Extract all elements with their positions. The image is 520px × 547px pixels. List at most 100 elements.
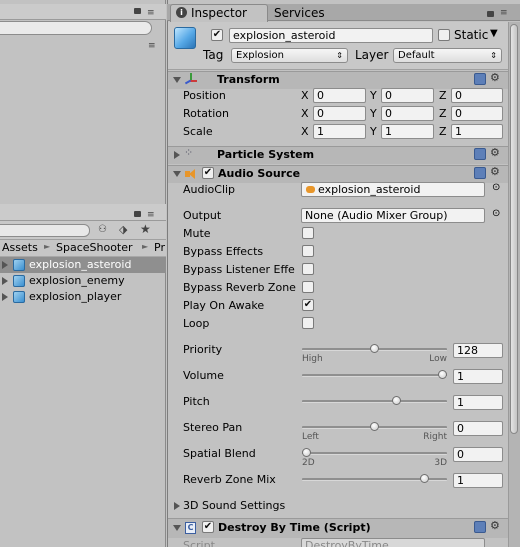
breadcrumb-item-prefabs[interactable]: Pr: [154, 241, 165, 254]
slider-thumb[interactable]: [370, 344, 379, 353]
filter-by-label-icon[interactable]: ⬗: [119, 223, 127, 236]
script-icon: C: [185, 522, 196, 534]
favorite-star-icon[interactable]: ★: [140, 222, 151, 236]
menu-icon[interactable]: ≡: [147, 9, 155, 18]
loop-checkbox[interactable]: [302, 317, 314, 329]
slider-value-field[interactable]: 1: [453, 369, 503, 384]
expand-arrow-icon[interactable]: [2, 261, 8, 269]
hierarchy-search-input[interactable]: [0, 21, 152, 35]
expand-arrow-icon[interactable]: [2, 293, 8, 301]
foldout-open-icon[interactable]: [173, 77, 181, 83]
scrollbar-thumb[interactable]: [510, 24, 518, 434]
scale-y-field[interactable]: 1: [381, 124, 434, 139]
axis-y-label[interactable]: Y: [370, 107, 377, 120]
audioclip-object-field[interactable]: explosion_asteroid: [301, 182, 485, 197]
object-name-input[interactable]: explosion_asteroid: [229, 28, 433, 43]
prefab-cube-icon: [13, 275, 25, 287]
rotation-y-field[interactable]: 0: [381, 106, 434, 121]
static-checkbox[interactable]: [438, 29, 450, 41]
filter-by-type-icon[interactable]: ⚇: [98, 224, 107, 235]
slider-value-field[interactable]: 0: [453, 421, 503, 436]
gear-icon[interactable]: ⚙: [490, 519, 500, 532]
slider-label: Stereo Pan: [183, 421, 243, 434]
axis-z-label[interactable]: Z: [439, 89, 447, 102]
object-active-checkbox[interactable]: ✔: [211, 29, 223, 41]
list-item[interactable]: explosion_player: [0, 289, 166, 305]
project-search-input[interactable]: [0, 224, 90, 237]
slider-thumb[interactable]: [438, 370, 447, 379]
object-picker-icon[interactable]: ⊙: [492, 208, 500, 219]
slider-thumb[interactable]: [370, 422, 379, 431]
scale-x-field[interactable]: 1: [313, 124, 366, 139]
axis-z-label[interactable]: Z: [439, 107, 447, 120]
slider-value-field[interactable]: 1: [453, 473, 503, 488]
help-icon[interactable]: [474, 73, 486, 85]
gear-icon[interactable]: ⚙: [490, 71, 500, 84]
axis-x-label[interactable]: X: [301, 125, 309, 138]
menu-icon[interactable]: ≡: [500, 8, 508, 18]
lock-icon[interactable]: [134, 8, 141, 14]
lock-icon[interactable]: [487, 11, 494, 17]
list-item[interactable]: explosion_enemy: [0, 273, 166, 289]
slider-track[interactable]: [302, 452, 447, 455]
scale-z-field[interactable]: 1: [451, 124, 503, 139]
panel-menu-icon[interactable]: ≡: [148, 41, 156, 51]
axis-x-label[interactable]: X: [301, 107, 309, 120]
gear-icon[interactable]: ⚙: [490, 165, 500, 178]
bypass-effects-checkbox[interactable]: [302, 245, 314, 257]
slider-value-field[interactable]: 128: [453, 343, 503, 358]
static-dropdown-arrow-icon[interactable]: ▼: [490, 28, 498, 39]
bypass-reverb-zones-checkbox[interactable]: [302, 281, 314, 293]
tag-dropdown-value: Explosion: [236, 50, 284, 61]
transform-axes-icon: [184, 73, 198, 87]
axis-y-label[interactable]: Y: [370, 125, 377, 138]
updown-arrow-icon: ⇕: [490, 51, 497, 60]
mute-checkbox[interactable]: [302, 227, 314, 239]
check-icon: ✔: [203, 167, 213, 178]
slider-max-caption: Low: [429, 354, 447, 364]
audio-source-enabled-checkbox[interactable]: ✔: [202, 167, 214, 179]
slider-thumb[interactable]: [302, 448, 311, 457]
lock-icon[interactable]: [134, 211, 141, 217]
foldout-open-icon[interactable]: [173, 171, 181, 177]
position-y-field[interactable]: 0: [381, 88, 434, 103]
tag-dropdown[interactable]: Explosion ⇕: [231, 48, 348, 63]
breadcrumb-item-assets[interactable]: Assets: [2, 241, 38, 254]
slider-value-field[interactable]: 1: [453, 395, 503, 410]
rotation-x-field[interactable]: 0: [313, 106, 366, 121]
output-object-field[interactable]: None (Audio Mixer Group): [301, 208, 485, 223]
slider-value-field[interactable]: 0: [453, 447, 503, 462]
foldout-closed-icon[interactable]: [174, 502, 180, 510]
rotation-z-field[interactable]: 0: [451, 106, 503, 121]
hierarchy-header: [0, 4, 166, 20]
tab-inspector[interactable]: i Inspector: [170, 4, 268, 22]
bypass-listener-effects-checkbox[interactable]: [302, 263, 314, 275]
axis-z-label[interactable]: Z: [439, 125, 447, 138]
layer-dropdown[interactable]: Default ⇕: [393, 48, 502, 63]
play-on-awake-checkbox[interactable]: ✔: [302, 299, 314, 311]
bypass-reverb-zones-label: Bypass Reverb Zone: [183, 281, 296, 294]
help-icon[interactable]: [474, 167, 486, 179]
position-z-field[interactable]: 0: [451, 88, 503, 103]
object-picker-icon[interactable]: ⊙: [492, 182, 500, 193]
foldout-closed-icon[interactable]: [174, 151, 180, 159]
slider-track[interactable]: [302, 400, 447, 403]
play-on-awake-label: Play On Awake: [183, 299, 265, 312]
foldout-open-icon[interactable]: [173, 525, 181, 531]
position-x-field[interactable]: 0: [313, 88, 366, 103]
breadcrumb-item-spaceshooter[interactable]: SpaceShooter: [56, 241, 133, 254]
list-item[interactable]: explosion_asteroid: [0, 257, 166, 273]
help-icon[interactable]: [474, 521, 486, 533]
tab-services[interactable]: Services: [268, 4, 358, 21]
axis-x-label[interactable]: X: [301, 89, 309, 102]
slider-track[interactable]: [302, 374, 447, 377]
expand-arrow-icon[interactable]: [2, 277, 8, 285]
help-icon[interactable]: [474, 148, 486, 160]
3d-sound-settings-foldout[interactable]: 3D Sound Settings: [183, 499, 285, 512]
menu-icon[interactable]: ≡: [147, 210, 155, 220]
axis-y-label[interactable]: Y: [370, 89, 377, 102]
gear-icon[interactable]: ⚙: [490, 146, 500, 159]
slider-label: Priority: [183, 343, 223, 356]
slider-thumb[interactable]: [391, 396, 401, 405]
destroy-by-time-enabled-checkbox[interactable]: ✔: [202, 521, 214, 533]
